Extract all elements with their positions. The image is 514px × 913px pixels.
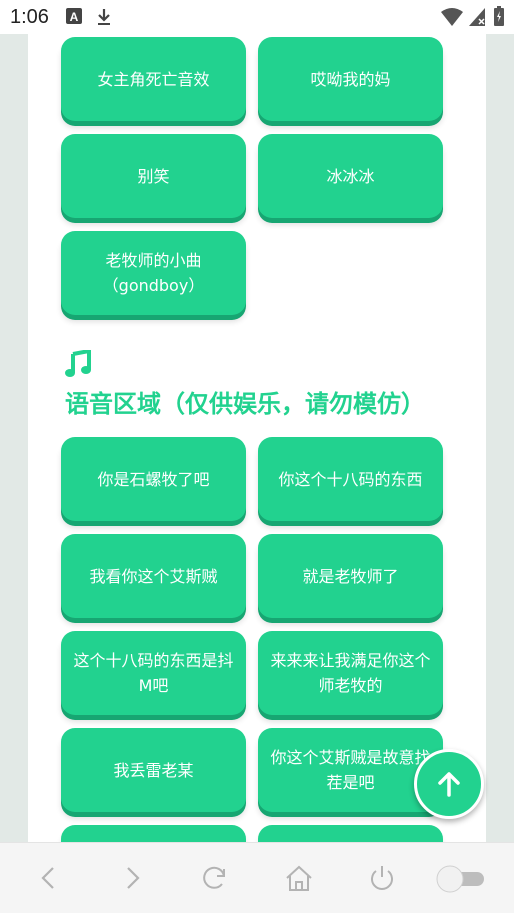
- back-icon[interactable]: [34, 863, 64, 893]
- button-label: 你这个艾斯贼是故意找茬是吧: [270, 748, 431, 792]
- button-label: 女主角死亡音效: [97, 69, 210, 89]
- voice-button[interactable]: [258, 825, 443, 842]
- sound-button[interactable]: 哎呦我的妈: [258, 37, 443, 121]
- voice-button[interactable]: 你这个十八码的东西: [258, 437, 443, 521]
- scroll-to-top-button[interactable]: [414, 749, 484, 819]
- arrow-up-icon: [438, 772, 460, 797]
- sound-button[interactable]: 别笑: [61, 134, 246, 218]
- voice-button[interactable]: 我丢雷老某: [61, 728, 246, 812]
- wifi-icon: [441, 8, 463, 26]
- sound-button[interactable]: 老牧师的小曲 （gondboy）: [61, 231, 246, 315]
- battery-icon: [494, 6, 504, 26]
- section-title-text: 语音区域（仅供娱乐，请勿模仿）: [65, 390, 425, 418]
- bottom-navbar: [0, 842, 514, 913]
- section-title: 语音区域（仅供娱乐，请勿模仿）: [65, 347, 455, 423]
- sound-button[interactable]: 女主角死亡音效: [61, 37, 246, 121]
- page-viewport[interactable]: 女主角死亡音效 哎呦我的妈 别笑 冰冰冰 老牧师的小曲 （gondboy） 语音…: [0, 34, 514, 842]
- forward-icon[interactable]: [117, 863, 147, 893]
- signal-icon: [469, 8, 485, 26]
- button-label: 来来来让我满足你这个师老牧的: [270, 651, 431, 695]
- button-label: 别笑: [137, 166, 170, 186]
- keyboard-a-icon: A: [66, 8, 82, 24]
- home-icon[interactable]: [284, 863, 314, 893]
- button-label: 这个十八码的东西是抖M吧: [73, 651, 234, 695]
- button-label: 我丢雷老某: [113, 760, 194, 780]
- power-icon[interactable]: [367, 863, 397, 893]
- button-label: 你是石螺牧了吧: [97, 469, 210, 489]
- voice-button[interactable]: 你是石螺牧了吧: [61, 437, 246, 521]
- sound-button[interactable]: 冰冰冰: [258, 134, 443, 218]
- button-label: 老牧师的小曲 （gondboy）: [102, 251, 205, 295]
- voice-button[interactable]: [61, 825, 246, 842]
- voice-button[interactable]: 你这个艾斯贼是故意找茬是吧: [258, 728, 443, 812]
- voice-button[interactable]: 这个十八码的东西是抖M吧: [61, 631, 246, 715]
- status-bar: 1:06 A: [0, 0, 514, 34]
- svg-text:A: A: [70, 10, 79, 24]
- download-icon: [98, 9, 110, 25]
- voice-button[interactable]: 我看你这个艾斯贼: [61, 534, 246, 618]
- music-note-icon: [65, 350, 91, 377]
- status-time: 1:06: [10, 6, 49, 28]
- voice-button[interactable]: 来来来让我满足你这个师老牧的: [258, 631, 443, 715]
- toggle-switch[interactable]: [436, 865, 486, 893]
- button-label: 冰冰冰: [326, 166, 375, 186]
- refresh-icon[interactable]: [200, 863, 230, 893]
- button-label: 就是老牧师了: [302, 566, 399, 586]
- voice-button[interactable]: 就是老牧师了: [258, 534, 443, 618]
- button-label: 你这个十八码的东西: [278, 469, 423, 489]
- button-label: 哎呦我的妈: [310, 69, 391, 89]
- button-label: 我看你这个艾斯贼: [89, 566, 218, 586]
